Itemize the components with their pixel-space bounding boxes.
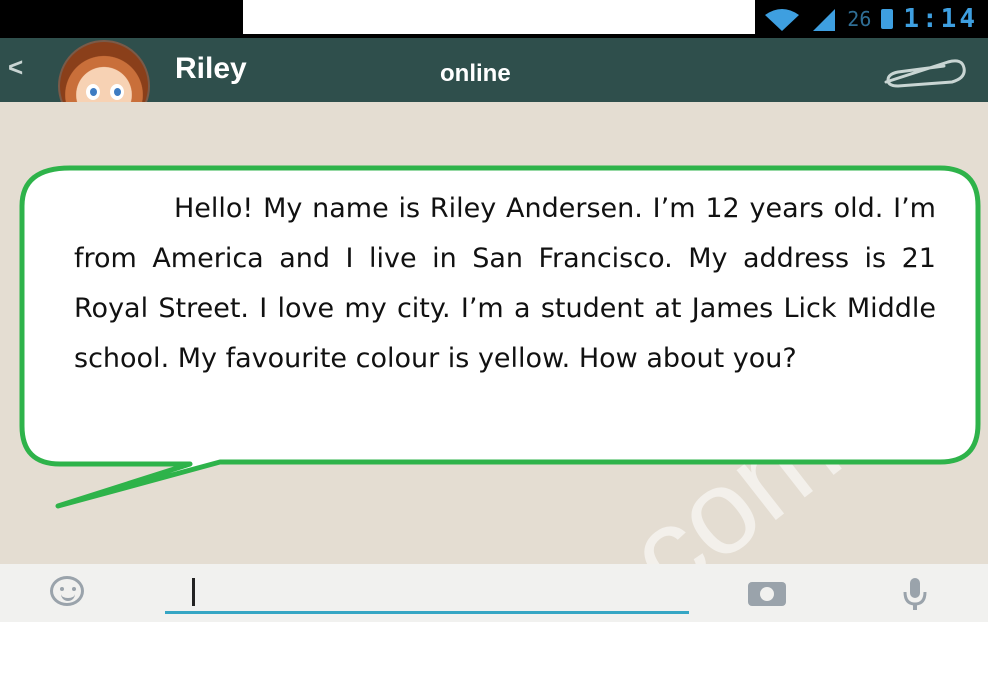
signal-count: 26 xyxy=(847,7,872,31)
status-bar: 26 1:14 xyxy=(763,4,978,34)
back-arrow-icon[interactable]: < xyxy=(8,52,23,83)
wifi-icon xyxy=(765,9,800,31)
battery-icon xyxy=(881,9,894,29)
paperclip-icon[interactable] xyxy=(878,56,968,88)
top-bar: 26 1:14 xyxy=(0,0,988,38)
chat-header: < Riley online xyxy=(0,38,988,132)
message-text: Hello! My name is Riley Andersen. I’m 12… xyxy=(74,193,936,374)
microphone-icon[interactable] xyxy=(902,576,928,612)
camera-icon[interactable] xyxy=(748,582,786,606)
contact-status: online xyxy=(440,60,511,87)
signal-icon xyxy=(813,9,836,31)
title-tab xyxy=(243,0,755,38)
avatar-eye-left xyxy=(86,84,100,100)
composer-bar xyxy=(0,564,988,622)
avatar-eye-right xyxy=(110,84,124,100)
contact-name[interactable]: Riley xyxy=(175,52,247,86)
emoji-icon[interactable] xyxy=(50,576,84,606)
message-input[interactable] xyxy=(165,578,689,614)
text-caret xyxy=(192,578,195,606)
clock: 1:14 xyxy=(903,4,978,34)
